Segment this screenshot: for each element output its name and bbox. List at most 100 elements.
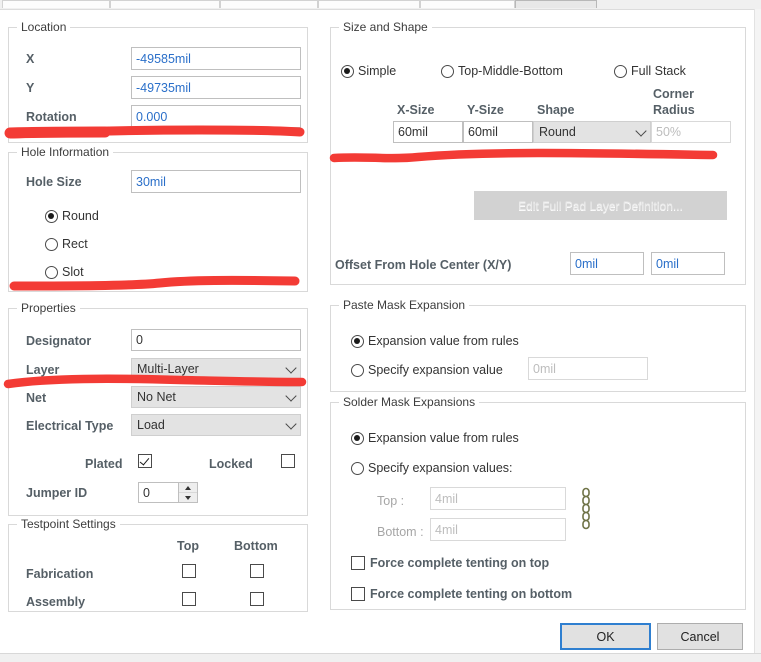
input-x-size[interactable]: 60mil xyxy=(393,121,463,143)
group-paste-mask-expansion-title: Paste Mask Expansion xyxy=(339,298,470,312)
radio-hole-round[interactable]: Round xyxy=(45,209,99,223)
radio-paste-specify-value-label: Specify expansion value xyxy=(368,363,503,377)
radio-paste-specify-value[interactable]: Specify expansion value xyxy=(351,363,503,377)
cancel-button[interactable]: Cancel xyxy=(657,623,743,650)
column-header-top: Top xyxy=(177,539,199,553)
right-edge-gutter xyxy=(754,9,761,654)
input-y-size[interactable]: 60mil xyxy=(463,121,533,143)
radio-solder-from-rules[interactable]: Expansion value from rules xyxy=(351,431,519,445)
stepper-buttons[interactable] xyxy=(178,483,197,502)
select-net[interactable]: No Net xyxy=(131,386,301,408)
checkbox-fabrication-bottom[interactable] xyxy=(250,564,264,578)
checkbox-force-tenting-top[interactable]: Force complete tenting on top xyxy=(351,556,549,570)
tab-item[interactable] xyxy=(420,0,515,8)
radio-dot-icon xyxy=(45,209,58,223)
column-header-corner-radius-line2: Radius xyxy=(653,103,695,117)
radio-solder-specify-values[interactable]: Specify expansion values: xyxy=(351,461,513,475)
radio-dot-icon xyxy=(45,265,58,279)
checkbox-locked[interactable] xyxy=(281,454,295,468)
window-bottom-edge xyxy=(0,653,761,662)
column-header-bottom: Bottom xyxy=(234,539,278,553)
radio-paste-from-rules[interactable]: Expansion value from rules xyxy=(351,334,519,348)
tab-item[interactable] xyxy=(220,0,318,8)
radio-mode-full-stack[interactable]: Full Stack xyxy=(614,64,686,78)
tab-strip[interactable] xyxy=(0,0,761,10)
checkbox-plated[interactable] xyxy=(138,454,152,468)
input-y[interactable]: -49735mil xyxy=(131,76,301,99)
checkbox-box-icon xyxy=(138,454,152,468)
radio-mode-simple[interactable]: Simple xyxy=(341,64,396,78)
group-properties-title: Properties xyxy=(17,301,80,315)
select-layer-value: Multi-Layer xyxy=(137,362,199,376)
tab-item[interactable] xyxy=(110,0,220,8)
input-x[interactable]: -49585mil xyxy=(131,47,301,70)
chevron-down-icon xyxy=(285,418,297,430)
input-paste-specify-value: 0mil xyxy=(528,357,648,380)
input-corner-radius: 50% xyxy=(651,121,731,143)
radio-hole-slot[interactable]: Slot xyxy=(45,265,84,279)
input-offset-y[interactable]: 0mil xyxy=(651,252,725,275)
column-header-x-size: X-Size xyxy=(397,103,435,117)
label-jumper-id: Jumper ID xyxy=(26,486,88,500)
checkbox-box-icon xyxy=(250,592,264,606)
select-shape[interactable]: Round xyxy=(533,121,651,143)
chevron-down-icon xyxy=(635,125,647,137)
stepper-jumper-id-value: 0 xyxy=(143,485,150,500)
input-rotation[interactable]: 0.000 xyxy=(131,105,301,128)
edit-full-pad-layer-definition-button: Edit Full Pad Layer Definition... xyxy=(474,191,727,220)
radio-dot-icon xyxy=(45,237,58,251)
radio-dot-icon xyxy=(614,64,627,78)
radio-dot-icon xyxy=(341,64,354,78)
checkbox-force-tenting-bottom-label: Force complete tenting on bottom xyxy=(370,587,573,601)
stepper-down-icon[interactable] xyxy=(179,493,197,502)
tab-item-selected[interactable] xyxy=(515,0,597,8)
select-electrical-type-value: Load xyxy=(137,418,165,432)
radio-mode-full-stack-label: Full Stack xyxy=(631,64,686,78)
label-x: X xyxy=(26,52,35,66)
column-header-corner-radius-line1: Corner xyxy=(653,87,694,101)
radio-hole-rect-label: Rect xyxy=(62,237,88,251)
tab-item[interactable] xyxy=(318,0,420,8)
label-rotation: Rotation xyxy=(26,110,77,124)
checkbox-box-icon xyxy=(182,592,196,606)
tab-item[interactable] xyxy=(2,0,110,8)
chevron-down-icon xyxy=(285,362,297,374)
radio-hole-round-label: Round xyxy=(62,209,99,223)
input-solder-top: 4mil xyxy=(430,487,566,510)
label-solder-bottom: Bottom : xyxy=(377,525,424,539)
checkbox-box-icon xyxy=(351,556,365,570)
group-size-and-shape: Size and Shape Simple Top-Middle-Bottom … xyxy=(330,20,746,285)
label-layer: Layer xyxy=(26,363,60,377)
stepper-jumper-id[interactable]: 0 xyxy=(138,482,198,503)
group-testpoint-settings: Testpoint Settings Top Bottom Fabricatio… xyxy=(8,517,308,612)
radio-mode-top-middle-bottom[interactable]: Top-Middle-Bottom xyxy=(441,64,563,78)
group-hole-information: Hole Information Hole Size 30mil Round R… xyxy=(8,145,308,292)
radio-dot-icon xyxy=(441,64,454,78)
radio-hole-rect[interactable]: Rect xyxy=(45,237,88,251)
input-designator[interactable]: 0 xyxy=(131,329,301,351)
select-net-value: No Net xyxy=(137,390,176,404)
select-electrical-type[interactable]: Load xyxy=(131,414,301,436)
group-properties: Properties Designator 0 Layer Multi-Laye… xyxy=(8,301,308,516)
group-size-and-shape-title: Size and Shape xyxy=(339,20,432,34)
stepper-up-icon[interactable] xyxy=(179,483,197,493)
input-solder-bottom: 4mil xyxy=(430,518,566,541)
radio-paste-from-rules-label: Expansion value from rules xyxy=(368,334,519,348)
radio-dot-icon xyxy=(351,363,364,377)
select-layer[interactable]: Multi-Layer xyxy=(131,358,301,380)
radio-hole-slot-label: Slot xyxy=(62,265,84,279)
checkbox-assembly-top[interactable] xyxy=(182,592,196,606)
column-header-y-size: Y-Size xyxy=(467,103,504,117)
label-plated: Plated xyxy=(85,457,123,471)
ok-button[interactable]: OK xyxy=(560,623,651,650)
label-hole-size: Hole Size xyxy=(26,175,82,189)
checkbox-fabrication-top[interactable] xyxy=(182,564,196,578)
checkbox-assembly-bottom[interactable] xyxy=(250,592,264,606)
radio-dot-icon xyxy=(351,461,364,475)
input-offset-x[interactable]: 0mil xyxy=(570,252,644,275)
label-net: Net xyxy=(26,391,47,405)
checkbox-box-icon xyxy=(182,564,196,578)
radio-dot-icon xyxy=(351,431,364,445)
input-hole-size[interactable]: 30mil xyxy=(131,170,301,193)
checkbox-force-tenting-bottom[interactable]: Force complete tenting on bottom xyxy=(351,587,572,601)
